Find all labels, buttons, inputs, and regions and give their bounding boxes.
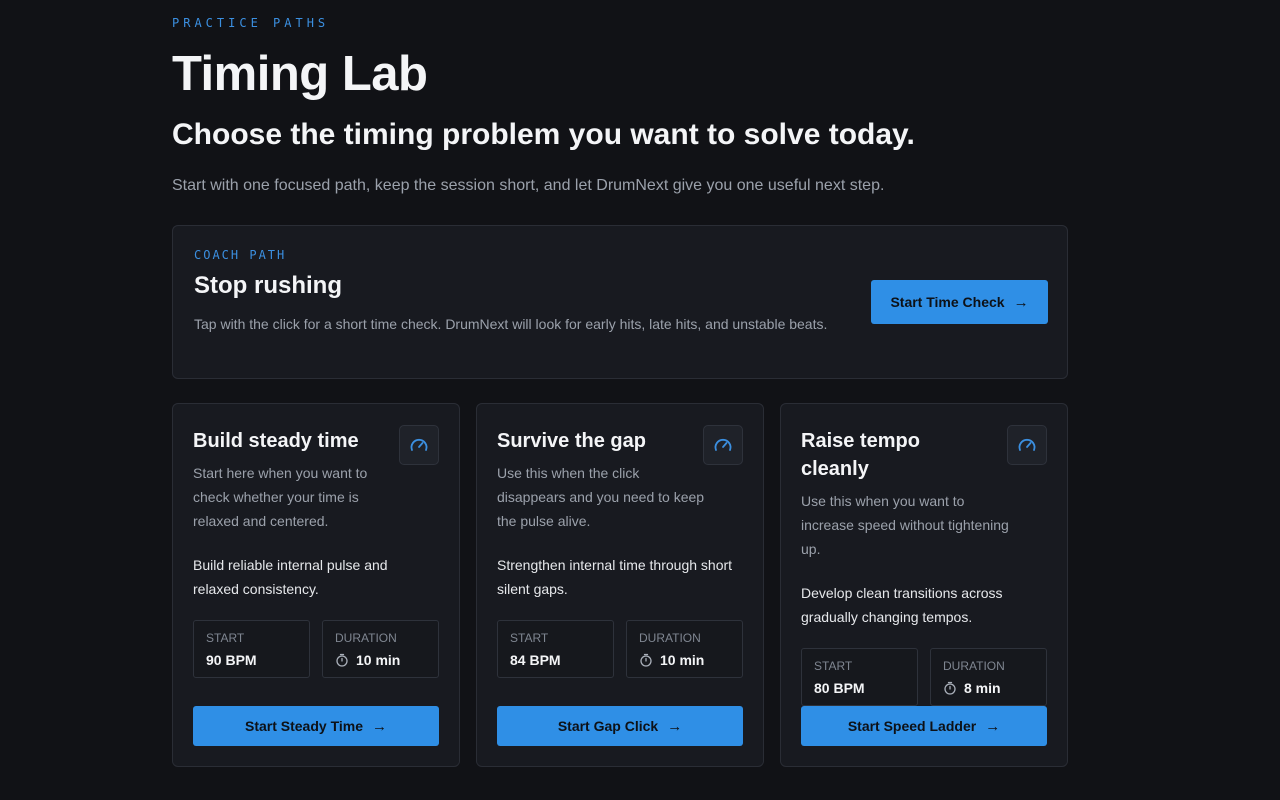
stat-label: START (206, 631, 245, 645)
start-bpm-stat: START 90 BPM (193, 620, 310, 678)
card-title: Raise tempo cleanly (801, 430, 920, 480)
stat-value: 90 BPM (206, 652, 257, 668)
stopwatch-icon (640, 653, 652, 667)
stat-label: DURATION (943, 659, 1005, 673)
stat-label: DURATION (335, 631, 397, 645)
start-gap-click-button[interactable]: Start Gap Click → (497, 706, 743, 746)
gauge-icon (1007, 425, 1047, 465)
duration-stat: DURATION 10 min (322, 620, 439, 678)
arrow-right-icon: → (667, 717, 683, 735)
page-intro: Start with one focused path, keep the se… (172, 177, 885, 194)
card-description: Use this when the click disappears and y… (497, 465, 705, 529)
stat-value: 10 min (639, 652, 704, 668)
card-description: Use this when you want to increase speed… (801, 493, 1009, 557)
page-title: Timing Lab (172, 47, 428, 101)
card-description: Start here when you want to check whethe… (193, 465, 368, 529)
path-card-steady-time: Build steady time Start here when you wa… (172, 403, 460, 767)
page-subtitle: Choose the timing problem you want to so… (172, 118, 915, 151)
card-goal: Develop clean transitions across gradual… (801, 585, 1003, 625)
stat-value: 10 min (335, 652, 400, 668)
card-title: Survive the gap (497, 430, 646, 452)
start-bpm-stat: START 84 BPM (497, 620, 614, 678)
start-time-check-button[interactable]: Start Time Check → (871, 280, 1048, 324)
page-eyebrow: PRACTICE PATHS (172, 16, 330, 30)
gauge-icon (399, 425, 439, 465)
coach-path-heading: Stop rushing (194, 272, 342, 299)
duration-stat: DURATION 10 min (626, 620, 743, 678)
stat-value: 84 BPM (510, 652, 561, 668)
duration-value: 8 min (964, 680, 1001, 696)
start-speed-ladder-button[interactable]: Start Speed Ladder → (801, 706, 1047, 746)
duration-stat: DURATION 8 min (930, 648, 1047, 706)
path-card-gap: Survive the gap Use this when the click … (476, 403, 764, 767)
arrow-right-icon: → (1013, 293, 1029, 311)
start-steady-time-button[interactable]: Start Steady Time → (193, 706, 439, 746)
card-goal: Strengthen internal time through short s… (497, 557, 733, 597)
coach-path-description: Tap with the click for a short time chec… (194, 316, 828, 332)
button-label: Start Speed Ladder (847, 718, 977, 734)
stat-label: START (510, 631, 549, 645)
button-label: Start Steady Time (244, 718, 363, 734)
arrow-right-icon: → (985, 717, 1001, 735)
button-label: Start Time Check (890, 294, 1005, 310)
start-bpm-stat: START 80 BPM (801, 648, 918, 706)
stat-label: START (814, 659, 853, 673)
stat-label: DURATION (639, 631, 701, 645)
button-label: Start Gap Click (557, 718, 659, 734)
coach-path-panel: COACH PATH Stop rushing Tap with the cli… (172, 225, 1068, 379)
duration-value: 10 min (356, 652, 401, 668)
arrow-right-icon: → (372, 717, 387, 735)
stopwatch-icon (336, 653, 348, 667)
stopwatch-icon (944, 681, 956, 695)
duration-value: 10 min (660, 652, 705, 668)
gauge-icon (703, 425, 743, 465)
coach-path-label: COACH PATH (194, 248, 287, 262)
path-card-tempo: Raise tempo cleanly Use this when you wa… (780, 403, 1068, 767)
stat-value: 80 BPM (814, 680, 865, 696)
stat-value: 8 min (943, 680, 1001, 696)
card-title: Build steady time (193, 430, 359, 452)
card-goal: Build reliable internal pulse and relaxe… (193, 557, 388, 597)
